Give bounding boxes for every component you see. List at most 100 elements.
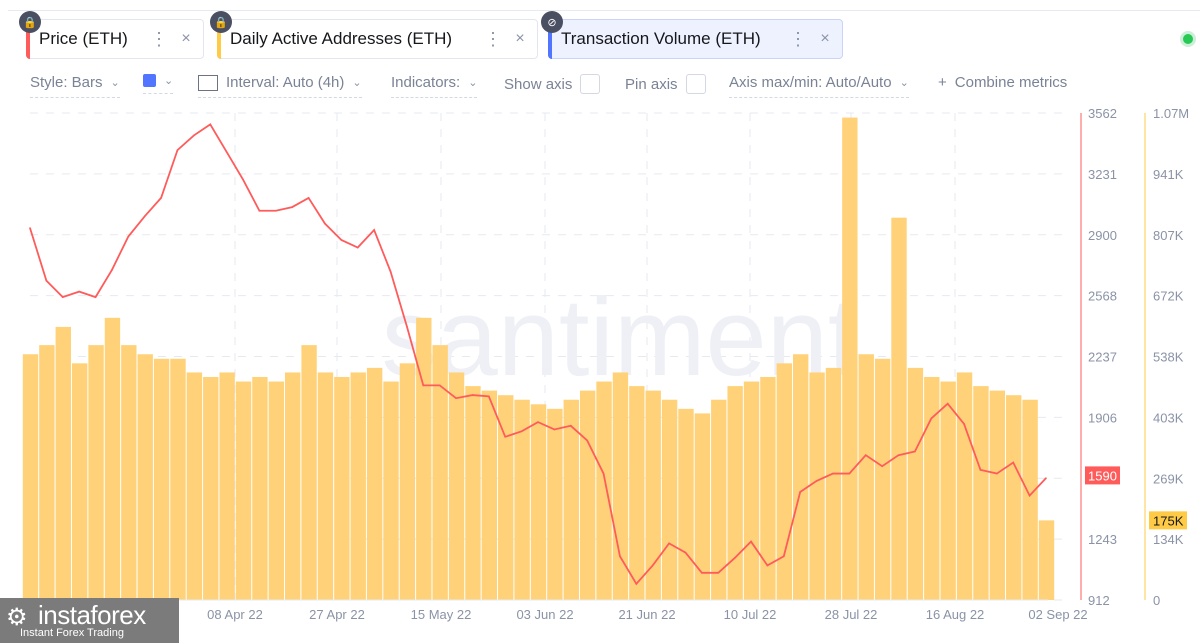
volume-bar <box>678 408 694 600</box>
interval-label: Interval: Auto (4h) <box>226 74 345 91</box>
divider <box>8 10 1200 11</box>
axis-maxmin-dropdown[interactable]: Axis max/min: Auto/Auto ⌄ <box>729 74 909 98</box>
volume-bar <box>399 363 416 600</box>
more-icon[interactable]: ⋮ <box>483 29 503 50</box>
volume-bar <box>235 381 252 600</box>
price-point <box>832 472 834 475</box>
volume-bar <box>170 358 186 600</box>
price-point <box>537 421 539 423</box>
chevron-down-icon: ⌄ <box>468 77 478 89</box>
volume-bar <box>760 376 776 600</box>
volume-bar <box>301 345 317 600</box>
show-axis-toggle[interactable]: Show axis <box>504 74 601 100</box>
price-point <box>406 325 408 328</box>
price-point <box>78 290 80 293</box>
price-point <box>750 540 752 543</box>
price-tick-label: 1590 <box>1088 468 1117 483</box>
interval-dropdown[interactable]: Interval: Auto (4h) ⌄ <box>198 74 362 98</box>
price-point <box>520 430 523 433</box>
volume-bar <box>514 399 530 600</box>
price-point <box>127 235 130 238</box>
price-point <box>815 480 818 482</box>
tab-daily-active-addresses[interactable]: 🔒 Daily Active Addresses (ETH) ⋮ × <box>210 11 538 59</box>
price-point <box>848 472 851 475</box>
price-point <box>799 491 801 493</box>
x-tick-label: 27 Apr 22 <box>309 607 365 622</box>
pin-axis-toggle[interactable]: Pin axis <box>625 74 706 100</box>
volume-bar <box>661 399 678 600</box>
combine-metrics-button[interactable]: + Combine metrics <box>938 74 1067 97</box>
price-point <box>766 564 769 567</box>
volume-bar <box>366 367 383 600</box>
volume-bar <box>88 345 104 600</box>
volume-bar <box>547 408 563 600</box>
logo-tagline: Instant Forex Trading <box>20 627 124 639</box>
price-point <box>1012 461 1015 464</box>
price-point <box>94 296 97 298</box>
price-point <box>979 469 982 471</box>
price-point <box>143 215 146 218</box>
price-tick-label: 2568 <box>1088 289 1117 304</box>
volume-bar <box>1022 399 1038 600</box>
volume-bar <box>530 404 547 600</box>
volume-bar <box>219 372 235 600</box>
price-point <box>668 542 670 545</box>
volume-bar <box>186 372 203 600</box>
chart[interactable]: santiment3562323129002568223719061590124… <box>0 100 1200 610</box>
x-tick-label: 16 Aug 22 <box>925 607 985 622</box>
price-point <box>881 465 883 468</box>
style-dropdown[interactable]: Style: Bars ⌄ <box>30 74 120 98</box>
price-tick-label: 3231 <box>1088 167 1117 182</box>
volume-bar <box>203 376 219 600</box>
close-icon[interactable]: × <box>169 30 203 48</box>
close-icon[interactable]: × <box>808 30 842 48</box>
eye-hidden-icon[interactable]: ⊘ <box>541 11 563 33</box>
chevron-down-icon: ⌄ <box>899 77 909 89</box>
color-picker[interactable]: ⌄ <box>143 74 174 94</box>
more-icon[interactable]: ⋮ <box>788 29 808 50</box>
price-point <box>176 149 179 151</box>
volume-bar <box>793 354 809 600</box>
price-point <box>619 555 621 558</box>
price-point <box>1045 477 1047 479</box>
volume-tick-label: 269K <box>1153 471 1184 486</box>
volume-bar <box>711 399 727 600</box>
pin-axis-label: Pin axis <box>625 75 678 93</box>
more-icon[interactable]: ⋮ <box>149 29 169 50</box>
volume-bar <box>563 399 579 600</box>
close-icon[interactable]: × <box>503 30 537 48</box>
tab-transaction-volume[interactable]: ⊘ Transaction Volume (ETH) ⋮ × <box>541 11 843 59</box>
volume-bar <box>153 358 170 600</box>
volume-bar <box>432 345 448 600</box>
price-point <box>897 454 900 456</box>
price-point <box>209 123 212 126</box>
volume-bar <box>465 386 481 600</box>
volume-current-label: 175K <box>1153 513 1184 528</box>
tab-label: Daily Active Addresses (ETH) <box>230 29 453 48</box>
price-point <box>635 583 638 585</box>
show-axis-checkbox[interactable] <box>580 74 601 94</box>
price-point <box>193 134 195 137</box>
tab-price[interactable]: 🔒 Price (ETH) ⋮ × <box>19 11 204 59</box>
indicators-dropdown[interactable]: Indicators: ⌄ <box>391 74 478 98</box>
volume-bar <box>825 367 842 600</box>
price-point <box>914 450 916 453</box>
chevron-down-icon: ⌄ <box>110 77 120 89</box>
volume-tick-label: 403K <box>1153 410 1184 425</box>
price-point <box>864 454 867 456</box>
volume-bar <box>940 381 956 600</box>
volume-bar <box>809 372 825 600</box>
volume-bar <box>891 217 907 600</box>
price-tick-label: 912 <box>1088 593 1110 608</box>
price-point <box>373 229 375 231</box>
price-point <box>242 178 244 181</box>
price-point <box>504 436 507 438</box>
volume-bar <box>55 326 71 600</box>
volume-tick-label: 0 <box>1153 593 1160 608</box>
price-tick-label: 2900 <box>1088 228 1117 243</box>
price-point <box>45 279 48 282</box>
volume-bar <box>776 363 792 600</box>
pin-axis-checkbox[interactable] <box>685 74 706 94</box>
volume-bar <box>285 372 301 600</box>
price-point <box>717 572 720 574</box>
